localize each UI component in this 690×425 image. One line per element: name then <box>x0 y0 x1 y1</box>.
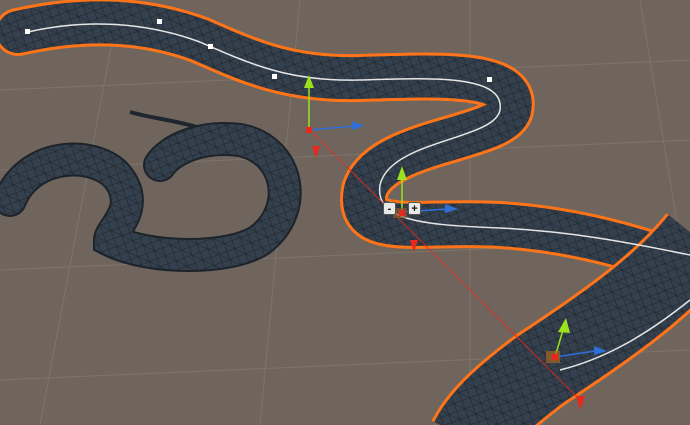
control-point <box>25 29 30 34</box>
control-point <box>157 19 162 24</box>
control-point <box>272 74 277 79</box>
control-point <box>208 44 213 49</box>
unselected-tube-mesh[interactable] <box>0 110 302 272</box>
control-point <box>487 77 492 82</box>
add-point-button[interactable]: + <box>408 202 421 215</box>
remove-point-button[interactable]: - <box>383 202 396 215</box>
scene-viewport[interactable]: - + <box>0 0 690 425</box>
scene-canvas[interactable] <box>0 0 690 425</box>
